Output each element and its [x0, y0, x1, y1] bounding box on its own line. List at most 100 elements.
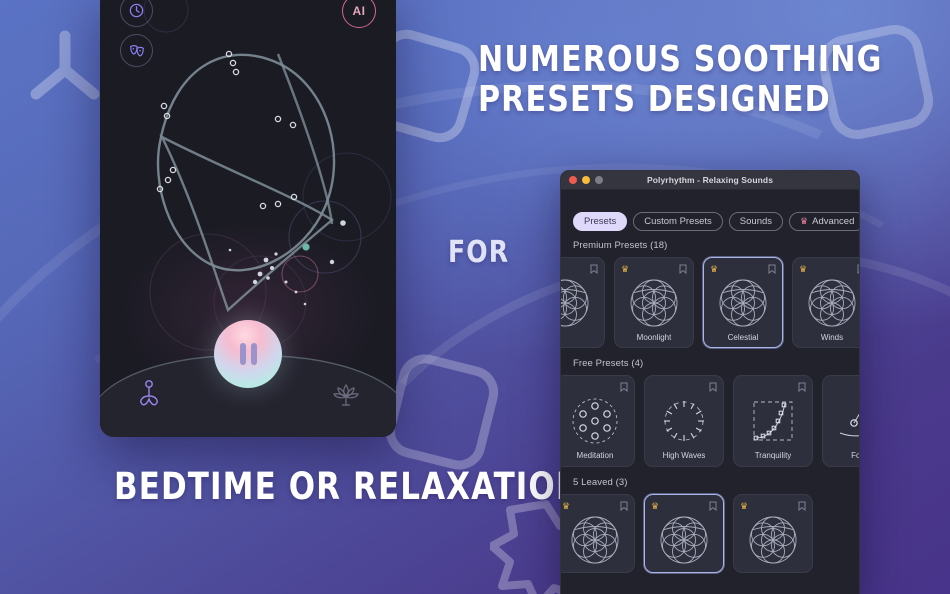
- card-badges: ♛: [651, 501, 717, 512]
- preset-artwork: [747, 512, 799, 567]
- tab-advanced[interactable]: ♛ Advanced: [789, 212, 859, 231]
- headline-line-3: BEDTIME OR: [114, 465, 342, 508]
- bookmark-icon[interactable]: [709, 382, 717, 392]
- bookmark-icon[interactable]: [620, 498, 628, 516]
- lotus-icon[interactable]: [332, 381, 360, 409]
- headline-connector: FOR: [448, 235, 510, 270]
- crown-icon: ♛: [799, 264, 808, 274]
- headline-top: NUMEROUS SOOTHING PRESETS DESIGNED: [478, 39, 883, 121]
- bookmark-icon[interactable]: [798, 382, 806, 392]
- preset-card-row: Meditation High Waves Tranquility Focus: [561, 375, 860, 477]
- tab-label: Custom Presets: [644, 216, 712, 227]
- section-title: 5 Leaved (3): [573, 477, 628, 488]
- card-badges: [740, 382, 806, 393]
- preset-artwork: [806, 275, 858, 330]
- preset-label: Moonlight: [636, 333, 672, 342]
- preset-artwork: [628, 275, 680, 330]
- preset-artwork: [569, 512, 621, 567]
- preset-card[interactable]: ♛: [561, 494, 635, 573]
- preset-card[interactable]: Meditation: [561, 375, 635, 467]
- preset-card[interactable]: ♛ Celestial: [703, 257, 783, 348]
- tab-bar: Presets Custom Presets Sounds ♛ Advanced: [561, 190, 859, 231]
- bookmark-icon[interactable]: [857, 264, 860, 274]
- crown-icon: ♛: [740, 501, 749, 511]
- headline-line-4: RELAXATION: [353, 465, 583, 508]
- tab-label: Presets: [584, 216, 617, 227]
- section-title: Free Presets (4): [573, 358, 644, 369]
- window-title: Polyrhythm - Relaxing Sounds: [646, 175, 774, 185]
- bookmark-icon[interactable]: [768, 261, 776, 279]
- bookmark-icon[interactable]: [679, 261, 687, 279]
- preset-label: Celestial: [727, 333, 759, 342]
- tab-custom-presets[interactable]: Custom Presets: [633, 212, 723, 231]
- preset-artwork: [658, 512, 710, 567]
- meditation-figure-icon[interactable]: [136, 379, 162, 409]
- preset-label: Focus: [851, 451, 860, 460]
- preset-label: Winds: [820, 333, 844, 342]
- preset-label: High Waves: [662, 451, 706, 460]
- card-badges: [651, 382, 717, 393]
- app-window: Polyrhythm - Relaxing Sounds Presets Cust…: [560, 170, 860, 594]
- crown-icon: ♛: [710, 264, 719, 274]
- card-badges: [562, 382, 628, 393]
- tab-label: Sounds: [739, 216, 773, 227]
- phone-mockup: AI: [100, 0, 396, 437]
- clock-icon: [129, 3, 144, 18]
- bookmark-icon[interactable]: [590, 264, 598, 274]
- preset-label: Tranquility: [754, 451, 792, 460]
- moods-button[interactable]: [120, 34, 153, 67]
- preset-card[interactable]: Focus: [822, 375, 860, 467]
- bookmark-icon[interactable]: [768, 264, 776, 274]
- ai-button-label: AI: [352, 4, 366, 18]
- preset-card-row: ♛♛Moonlight♛Celestial♛Winds♛: [561, 257, 859, 358]
- bookmark-icon[interactable]: [709, 379, 717, 397]
- bookmark-icon[interactable]: [620, 379, 628, 397]
- card-badges: ♛: [710, 264, 776, 275]
- preset-card[interactable]: ♛: [644, 494, 724, 573]
- headline-line-2: PRESETS DESIGNED: [478, 79, 831, 121]
- crown-icon: ♛: [800, 216, 809, 226]
- preset-card-row: ♛ ♛ ♛: [561, 494, 859, 583]
- card-badges: ♛: [799, 264, 859, 275]
- preset-artwork: [747, 393, 799, 448]
- preset-artwork: [561, 275, 591, 330]
- card-badges: ♛: [562, 501, 628, 512]
- bookmark-icon[interactable]: [709, 498, 717, 516]
- crown-icon: ♛: [651, 501, 660, 511]
- preset-artwork: [717, 275, 769, 330]
- bookmark-icon[interactable]: [590, 261, 598, 279]
- preset-card[interactable]: High Waves: [644, 375, 724, 467]
- preset-label: Meditation: [576, 451, 614, 460]
- card-badges: [829, 382, 859, 393]
- preset-card[interactable]: ♛ Winds: [792, 257, 859, 348]
- bookmark-icon[interactable]: [798, 498, 806, 516]
- pause-icon: [239, 343, 246, 365]
- crown-icon: ♛: [621, 264, 630, 274]
- bookmark-icon[interactable]: [798, 501, 806, 511]
- crown-icon: ♛: [562, 501, 571, 511]
- headline-bottom: BEDTIME OR RELAXATION: [114, 466, 583, 507]
- pause-icon: [250, 343, 257, 365]
- bookmark-icon[interactable]: [620, 501, 628, 511]
- preset-artwork: [836, 393, 859, 448]
- preset-artwork: [569, 393, 621, 448]
- headline-line-1: NUMEROUS SOOTHING: [478, 39, 883, 80]
- preset-card[interactable]: Tranquility: [733, 375, 813, 467]
- bookmark-icon[interactable]: [857, 261, 860, 279]
- card-badges: ♛: [621, 264, 687, 275]
- bookmark-icon[interactable]: [679, 264, 687, 274]
- tab-label: Advanced: [812, 216, 855, 227]
- play-pause-orb[interactable]: [214, 320, 282, 388]
- section-title: Premium Presets (18): [573, 240, 668, 251]
- preset-card[interactable]: ♛: [733, 494, 813, 573]
- tab-presets[interactable]: Presets: [573, 212, 628, 231]
- tab-sounds[interactable]: Sounds: [728, 212, 784, 231]
- window-titlebar: Polyrhythm - Relaxing Sounds: [561, 171, 859, 190]
- preset-card[interactable]: ♛ Moonlight: [614, 257, 694, 348]
- theater-masks-icon: [129, 44, 144, 57]
- preset-card[interactable]: ♛: [561, 257, 605, 348]
- bookmark-icon[interactable]: [620, 382, 628, 392]
- preset-scroll-area[interactable]: Premium Presets (18) ♛ ♛ Moonlight ♛ Celestia…: [561, 231, 859, 583]
- bookmark-icon[interactable]: [798, 379, 806, 397]
- bookmark-icon[interactable]: [709, 501, 717, 511]
